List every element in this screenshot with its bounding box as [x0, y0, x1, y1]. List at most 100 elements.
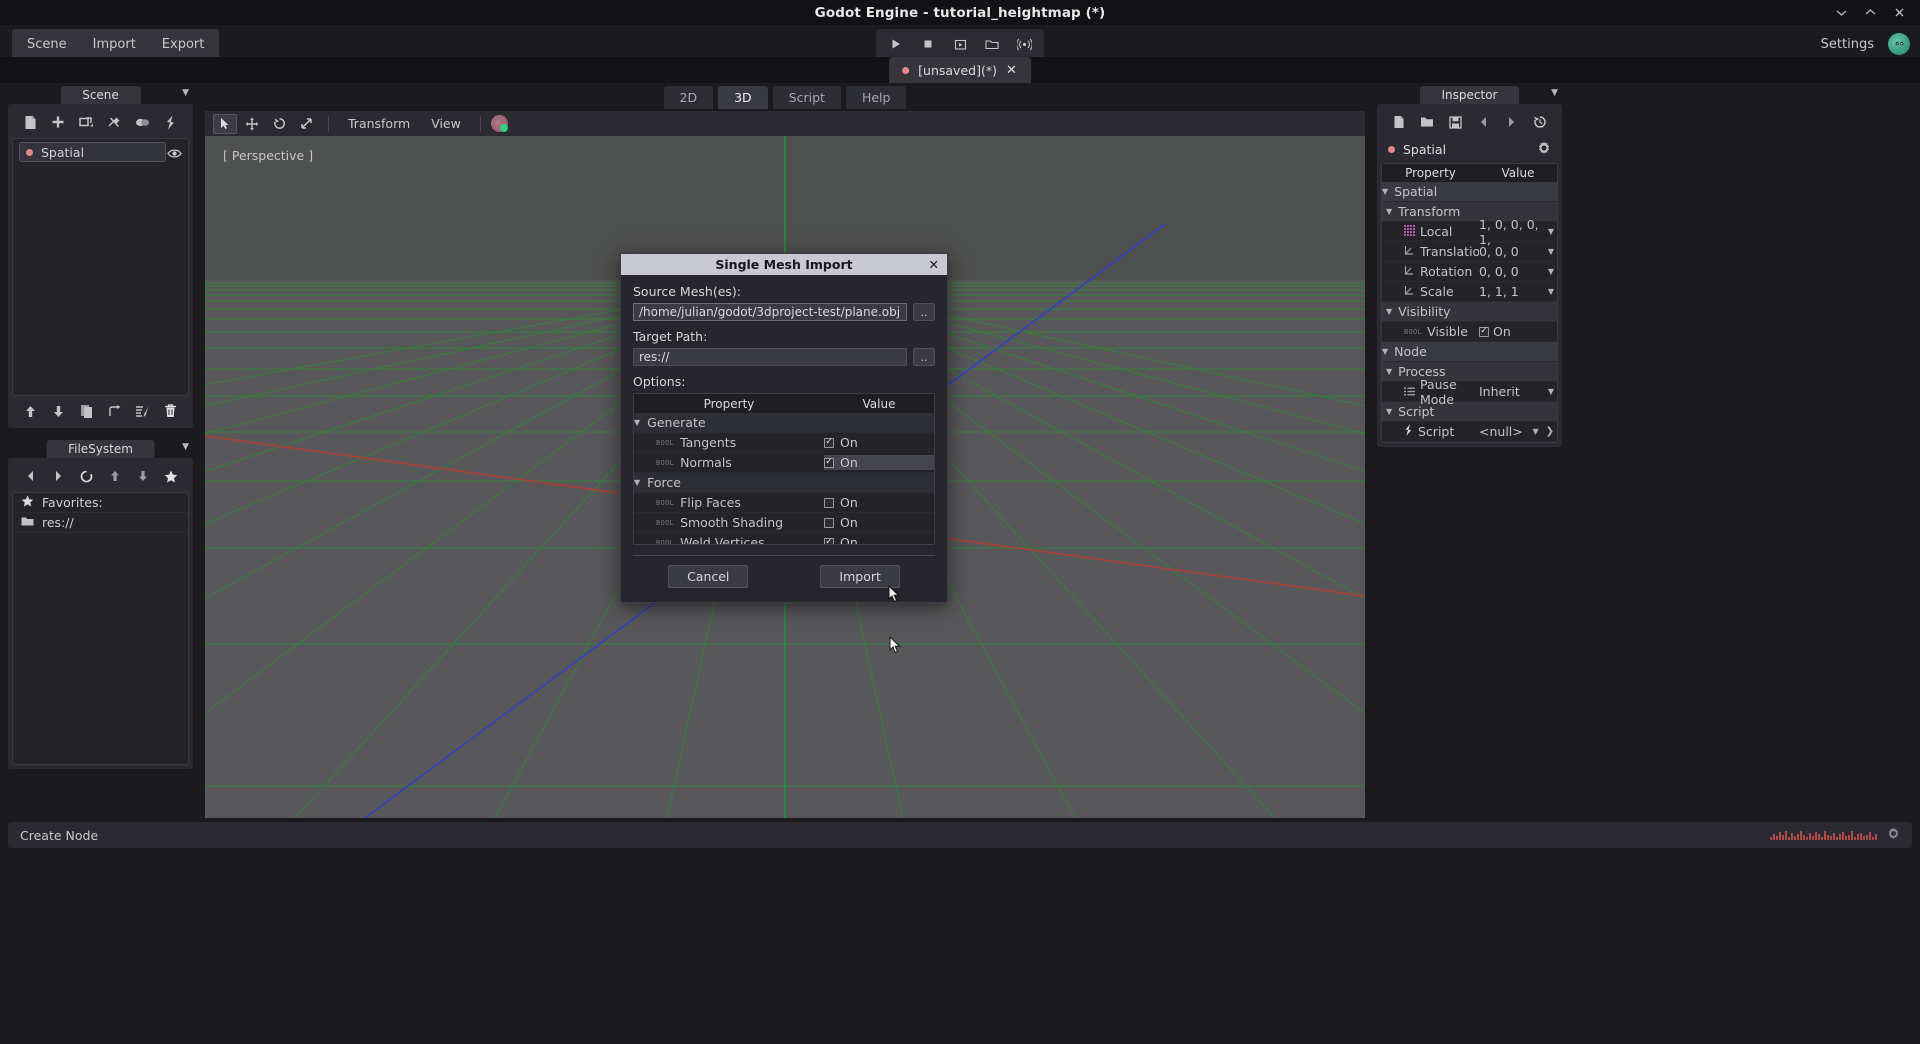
source-mesh-input[interactable] [633, 303, 907, 321]
inspector-category-script[interactable]: ▼Script [1382, 402, 1557, 422]
caret-down-icon[interactable]: ▼ [1386, 367, 1392, 376]
option-row-weld-vertices[interactable]: BOOL Weld Vertices On [634, 533, 934, 545]
dock-tab-scene[interactable]: Scene [60, 86, 141, 104]
minimize-icon[interactable] [1835, 6, 1848, 19]
maximize-icon[interactable] [1864, 6, 1877, 19]
view-menu[interactable]: View [422, 113, 470, 134]
option-row-tangents[interactable]: BOOL Tangents On [634, 433, 934, 453]
normals-checkbox[interactable] [824, 458, 834, 468]
chevron-down-icon[interactable]: ▼ [1548, 267, 1554, 276]
inspector-category-visibility[interactable]: ▼Visibility [1382, 302, 1557, 322]
menu-import[interactable]: Import [80, 31, 149, 58]
close-icon[interactable] [1893, 6, 1906, 19]
inspector-prop-scale[interactable]: Scale 1, 1, 1 ▼ [1382, 282, 1557, 302]
tangents-checkbox[interactable] [824, 438, 834, 448]
caret-down-icon[interactable]: ▼ [1386, 407, 1392, 416]
move-tool[interactable] [240, 114, 264, 134]
file-icon[interactable] [20, 112, 40, 132]
tab-3d[interactable]: 3D [718, 86, 768, 109]
caret-down-icon[interactable]: ▼ [634, 418, 640, 427]
script-icon[interactable] [161, 112, 181, 132]
save-icon[interactable] [1445, 112, 1465, 132]
play-current-scene-button[interactable] [946, 31, 974, 57]
gear-icon[interactable] [1887, 827, 1900, 843]
option-row-smooth-shading[interactable]: BOOL Smooth Shading On [634, 513, 934, 533]
dock-tab-filesystem[interactable]: FileSystem [46, 440, 155, 458]
select-tool[interactable] [213, 114, 237, 134]
arrow-up-icon[interactable] [105, 466, 125, 486]
arrow-down-icon[interactable] [48, 401, 68, 421]
scale-tool[interactable] [294, 114, 318, 134]
cancel-button[interactable]: Cancel [668, 565, 748, 588]
filesystem-item-favorites[interactable]: Favorites: [13, 493, 188, 513]
caret-down-icon[interactable]: ▼ [634, 478, 640, 487]
history-icon[interactable] [1530, 112, 1550, 132]
transform-menu[interactable]: Transform [339, 113, 419, 134]
inspector-prop-script[interactable]: Script <null> ▼ ❯ [1382, 422, 1557, 442]
visible-checkbox[interactable] [1479, 327, 1489, 337]
chevron-down-icon[interactable]: ▼ [1548, 227, 1554, 236]
menu-export[interactable]: Export [149, 31, 218, 58]
chevron-down-icon[interactable]: ▼ [1532, 427, 1538, 436]
inspector-category-node[interactable]: ▼Node [1382, 342, 1557, 362]
star-icon[interactable] [161, 466, 181, 486]
reparent-icon[interactable] [105, 401, 125, 421]
close-icon[interactable]: ✕ [929, 256, 939, 273]
caret-down-icon[interactable]: ▼ [1386, 307, 1392, 316]
menu-scene[interactable]: Scene [14, 31, 80, 58]
godot-logo-icon[interactable] [1888, 33, 1910, 55]
chevron-down-icon[interactable]: ▼ [1548, 287, 1554, 296]
chevron-right-icon[interactable]: ❯ [1546, 426, 1554, 437]
filesystem-item-res[interactable]: res:// [13, 513, 188, 533]
chevron-down-icon[interactable]: ▼ [1551, 88, 1558, 98]
plus-icon[interactable] [48, 112, 68, 132]
chevron-down-icon[interactable]: ▼ [1548, 247, 1554, 256]
copy-icon[interactable] [76, 401, 96, 421]
world-space-toggle-icon[interactable] [491, 115, 508, 132]
caret-down-icon[interactable]: ▼ [1386, 207, 1392, 216]
arrow-left-icon[interactable] [20, 466, 40, 486]
refresh-icon[interactable] [76, 466, 96, 486]
chevron-down-icon[interactable]: ▼ [1548, 387, 1554, 396]
inspector-prop-translation[interactable]: Translation 0, 0, 0 ▼ [1382, 242, 1557, 262]
gear-icon[interactable] [1537, 141, 1551, 158]
scene-tree-node-spatial[interactable]: Spatial [19, 142, 166, 162]
play-scene-button[interactable] [882, 31, 910, 57]
scene-tab-unsaved[interactable]: [unsaved](*) ✕ [889, 57, 1031, 83]
edit-script-icon[interactable] [133, 401, 153, 421]
inspector-prop-rotation[interactable]: Rotation 0, 0, 0 ▼ [1382, 262, 1557, 282]
trash-icon[interactable] [161, 401, 181, 421]
arrow-right-icon[interactable] [48, 466, 68, 486]
target-path-input[interactable] [633, 348, 907, 366]
group-icon[interactable] [133, 112, 153, 132]
scene-tree[interactable]: Spatial [12, 138, 189, 396]
plug-icon[interactable] [105, 112, 125, 132]
inspector-prop-local[interactable]: Local 1, 0, 0, 0, 1, ▼ [1382, 222, 1557, 242]
eye-icon[interactable] [167, 144, 182, 163]
file-icon[interactable] [1389, 112, 1409, 132]
play-custom-scene-button[interactable] [978, 31, 1006, 57]
caret-down-icon[interactable]: ▼ [1382, 347, 1388, 356]
rotate-tool[interactable] [267, 114, 291, 134]
settings-button[interactable]: Settings [1813, 31, 1882, 58]
remote-debug-button[interactable] [1010, 31, 1038, 57]
stop-scene-button[interactable] [914, 31, 942, 57]
arrow-up-icon[interactable] [20, 401, 40, 421]
flip-faces-checkbox[interactable] [824, 498, 834, 508]
smooth-shading-checkbox[interactable] [824, 518, 834, 528]
dock-tab-inspector[interactable]: Inspector [1420, 86, 1520, 104]
caret-down-icon[interactable]: ▼ [1382, 187, 1388, 196]
arrow-down-icon[interactable] [133, 466, 153, 486]
chevron-down-icon[interactable]: ▼ [182, 88, 189, 98]
inspector-category-spatial[interactable]: ▼Spatial [1382, 182, 1557, 202]
option-row-flip-faces[interactable]: BOOL Flip Faces On [634, 493, 934, 513]
option-row-normals[interactable]: BOOL Normals On [634, 453, 934, 473]
inspector-prop-visible[interactable]: BOOL Visible On [1382, 322, 1557, 342]
tab-script[interactable]: Script [773, 86, 841, 109]
source-browse-button[interactable]: .. [913, 303, 935, 321]
folder-icon[interactable] [1417, 112, 1437, 132]
inspector-prop-pause-mode[interactable]: Pause Mode Inherit ▼ [1382, 382, 1557, 402]
history-forward-icon[interactable] [1502, 112, 1522, 132]
history-back-icon[interactable] [1474, 112, 1494, 132]
target-browse-button[interactable]: .. [913, 348, 935, 366]
